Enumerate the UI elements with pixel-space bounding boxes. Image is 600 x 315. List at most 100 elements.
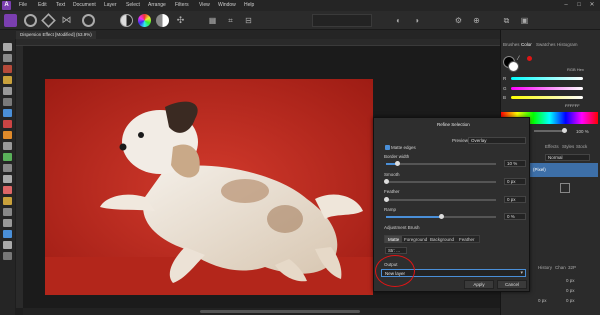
menu-file[interactable]: File	[19, 2, 27, 8]
marquee-tool-icon[interactable]	[3, 98, 12, 106]
opacity-slider-knob[interactable]	[562, 128, 567, 133]
brush-mode-matte[interactable]: Matte	[385, 236, 403, 243]
channel-slider-b[interactable]	[511, 96, 583, 99]
align-icon[interactable]: ⊟	[242, 14, 255, 27]
crop-tool-icon[interactable]	[3, 76, 12, 84]
ramp-input[interactable]: 0 %	[504, 213, 526, 220]
maximize-icon[interactable]: □	[573, 1, 585, 10]
studio-icon[interactable]: ▣	[518, 14, 531, 27]
brush-mode-background[interactable]: Background	[427, 236, 457, 243]
selection-brush-icon[interactable]	[3, 87, 12, 95]
menu-arrange[interactable]: Arrange	[148, 2, 166, 8]
shape-tool-icon[interactable]	[3, 230, 12, 238]
smudge-tool-icon[interactable]	[3, 208, 12, 216]
liquify-persona-icon[interactable]	[24, 14, 37, 27]
brush-mode-feather[interactable]: Feather	[456, 236, 478, 243]
matte-edges-checkbox[interactable]	[385, 145, 390, 150]
smooth-knob[interactable]	[384, 179, 389, 184]
move-tool-icon[interactable]	[3, 43, 12, 51]
channel-slider-r[interactable]	[511, 77, 583, 80]
text-tool-icon[interactable]	[3, 241, 12, 249]
clone-tool-icon[interactable]	[3, 175, 12, 183]
no-color-icon[interactable]	[527, 56, 532, 61]
export-persona-icon[interactable]	[82, 14, 95, 27]
red-eye-tool-icon[interactable]	[3, 197, 12, 205]
border-width-knob[interactable]	[395, 161, 400, 166]
tab-32p[interactable]: 32P	[568, 265, 576, 270]
white-balance-icon[interactable]: ✣	[174, 14, 187, 27]
tab-styles[interactable]: Styles	[562, 144, 574, 149]
tab-swatches[interactable]: Swatches	[536, 42, 556, 47]
menu-window[interactable]: Window	[218, 2, 236, 8]
auto-levels-icon[interactable]	[120, 14, 133, 27]
develop-persona-icon[interactable]	[41, 13, 56, 28]
dodge-tool-icon[interactable]	[3, 164, 12, 172]
cancel-button[interactable]: Cancel	[497, 280, 527, 289]
menu-help[interactable]: Help	[244, 2, 254, 8]
close-icon[interactable]: ✕	[586, 1, 598, 10]
paint-brush-icon[interactable]	[3, 120, 12, 128]
opacity-value[interactable]: 100 %	[576, 129, 589, 134]
secondary-color-swatch[interactable]	[508, 61, 519, 72]
fill-tool-icon[interactable]	[3, 153, 12, 161]
document-tab[interactable]: Dispersion Effect [Modified] (53.9%)	[16, 31, 96, 39]
menu-document[interactable]: Document	[73, 2, 96, 8]
flood-select-icon[interactable]	[3, 109, 12, 117]
preview-select[interactable]: Overlay	[468, 137, 526, 144]
menu-text[interactable]: Text	[56, 2, 65, 8]
hex-value[interactable]: FFFFFF	[565, 103, 580, 108]
opacity-slider[interactable]	[534, 130, 564, 132]
smooth-slider[interactable]	[386, 181, 496, 183]
tab-histogram[interactable]: Histogram	[557, 42, 578, 47]
dog-photo[interactable]	[45, 79, 373, 295]
brush-mode-foreground[interactable]: Foreground	[401, 236, 430, 243]
menu-select[interactable]: Select	[126, 2, 140, 8]
smooth-input[interactable]: 0 px	[504, 178, 526, 185]
snap-icon[interactable]: ⌗	[224, 14, 237, 27]
border-width-slider[interactable]	[386, 163, 496, 165]
arrange-icon[interactable]: ⧉	[500, 14, 513, 27]
brush-strength-select[interactable]: Str: ...	[385, 247, 407, 254]
photo-persona-icon[interactable]	[4, 14, 17, 27]
grid-icon[interactable]: ▦	[206, 14, 219, 27]
pen-tool-icon[interactable]	[3, 219, 12, 227]
layer-visibility-icon[interactable]	[560, 183, 570, 193]
tone-mapping-icon[interactable]: ⋈	[60, 14, 73, 27]
tab-color[interactable]: Color	[521, 42, 532, 47]
mask-icon[interactable]: ◐	[392, 14, 405, 27]
color-model-select[interactable]: RGB Hex	[567, 67, 584, 72]
minimize-icon[interactable]: –	[560, 1, 572, 10]
tab-stock[interactable]: Stock	[576, 144, 587, 149]
feather-input[interactable]: 0 px	[504, 196, 526, 203]
brush-tool-icon[interactable]	[3, 65, 12, 73]
snapping-icon[interactable]: ⊕	[470, 14, 483, 27]
erase-tool-icon[interactable]	[3, 142, 12, 150]
feather-knob[interactable]	[384, 197, 389, 202]
tab-channels[interactable]: Chan	[555, 265, 566, 270]
ramp-knob[interactable]	[439, 214, 444, 219]
tab-history[interactable]: History	[538, 265, 552, 270]
auto-color-icon[interactable]	[138, 14, 151, 27]
menu-edit[interactable]: Edit	[38, 2, 47, 8]
menu-view[interactable]: View	[199, 2, 210, 8]
menu-filters[interactable]: Filters	[175, 2, 189, 8]
auto-contrast-icon[interactable]	[156, 14, 169, 27]
blend-mode-select[interactable]: Normal	[545, 154, 590, 161]
tab-effects[interactable]: Effects	[545, 144, 559, 149]
color-picker-icon[interactable]	[3, 131, 12, 139]
selection-mode-group[interactable]	[312, 14, 372, 27]
view-tool-icon[interactable]	[3, 54, 12, 62]
zoom-tool-icon[interactable]	[3, 252, 12, 260]
layer-row-selected[interactable]: (Pixel)	[530, 163, 598, 177]
tab-brushes[interactable]: Brushes	[503, 42, 520, 47]
scrollbar-thumb[interactable]	[200, 310, 360, 313]
feather-slider[interactable]	[386, 199, 496, 201]
color-picker-icon[interactable]: ⁄	[518, 56, 524, 62]
menu-layer[interactable]: Layer	[104, 2, 117, 8]
quick-mask-icon[interactable]: ◑	[410, 14, 423, 27]
apply-button[interactable]: Apply	[464, 280, 494, 289]
healing-tool-icon[interactable]	[3, 186, 12, 194]
channel-slider-g[interactable]	[511, 87, 583, 90]
assistant-icon[interactable]: ⚙	[452, 14, 465, 27]
border-width-input[interactable]: 10 %	[504, 160, 526, 167]
